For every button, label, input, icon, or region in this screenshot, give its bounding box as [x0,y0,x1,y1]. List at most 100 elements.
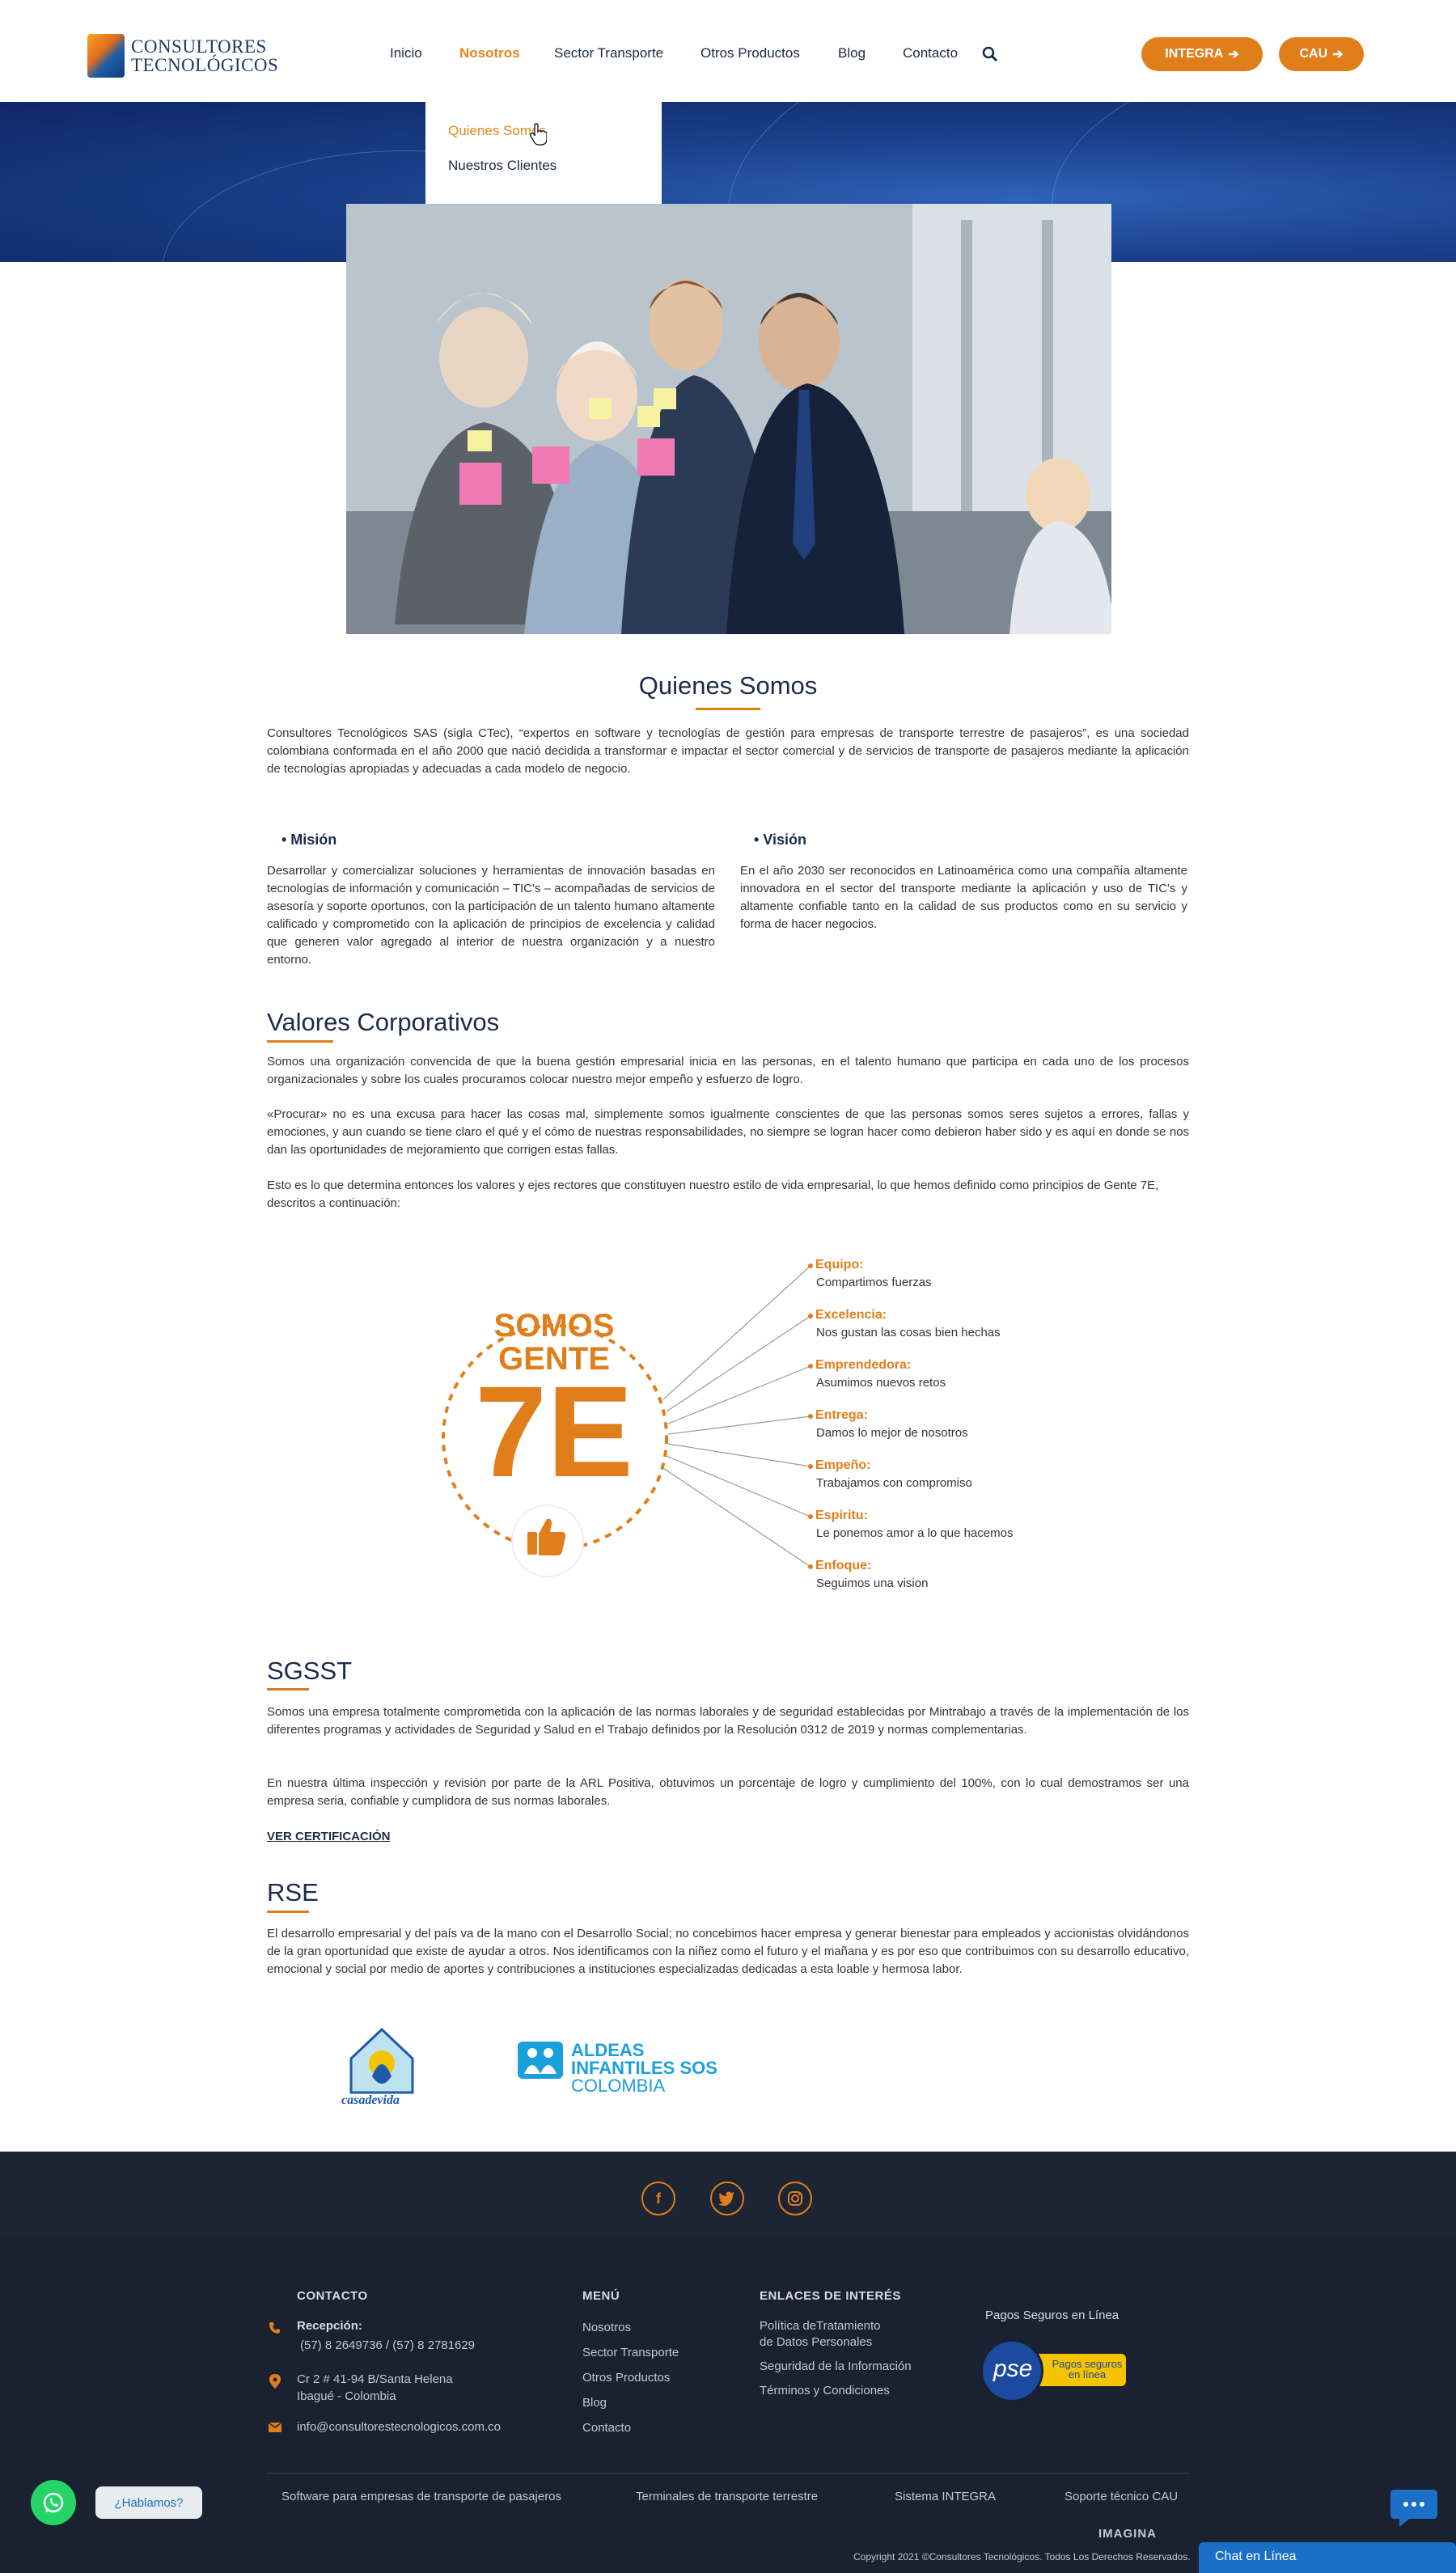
value-desc-equipo: Compartimos fuerzas [816,1276,932,1289]
thumbs-up-icon [527,1518,566,1555]
bottom-link-terminales[interactable]: Terminales de transporte terrestre [636,2490,818,2503]
envelope-icon [269,2423,281,2432]
sgsst-p1: Somos una empresa totalmente comprometid… [267,1705,1189,1737]
footer-menu-contacto[interactable]: Contacto [582,2420,631,2436]
link-terminos[interactable]: Términos y Condiciones [760,2383,890,2399]
nosotros-dropdown: Quienes Somos Nuestros Clientes [425,102,662,204]
7e-label: 7E [475,1359,633,1504]
value-desc-excelencia: Nos gustan las cosas bien hechas [816,1326,1001,1339]
hand-cursor-icon [530,123,547,146]
site-header: CONSULTORES TECNOLÓGICOS Inicio Nosotros… [0,0,1456,102]
title-underline [696,708,760,710]
value-desc-entrega: Damos lo mejor de nosotros [816,1426,968,1440]
bottom-link-integra[interactable]: Sistema INTEGRA [895,2490,996,2503]
aldeas-sos-logo-text[interactable]: ALDEAS INFANTILES SOS COLOMBIA [571,2042,717,2095]
arrow-right-icon: ➔ [1332,48,1344,61]
nav-contacto[interactable]: Contacto [903,45,958,61]
about-title: Quienes Somos [638,671,818,700]
somos-label: SOMOS [493,1308,615,1344]
aldeas-line3: COLOMBIA [571,2076,666,2096]
vision-title: • Visión [754,832,806,848]
value-desc-enfoque: Seguimos una vision [816,1576,929,1590]
address-line2: Ibagué - Colombia [297,2389,396,2403]
map-pin-icon [269,2374,281,2389]
integra-label: INTEGRA [1165,47,1224,61]
valores-p1: Somos una organización convencida de que… [267,1055,1189,1086]
nav-sector-transporte[interactable]: Sector Transporte [554,45,663,61]
value-name-empeno: Empeño: [815,1458,871,1472]
footer-menu-nosotros[interactable]: Nosotros [582,2320,631,2336]
site-footer [0,2237,1456,2573]
recepcion-label: Recepción: [297,2319,362,2333]
whatsapp-icon [43,2492,64,2513]
contact-email[interactable]: info@consultorestecnologicos.com.co [297,2419,501,2435]
value-name-excelencia: Excelencia: [815,1308,887,1322]
whatsapp-label[interactable]: ¿Hablamos? [95,2486,202,2519]
imagina-logo: IMAGINA [1098,2527,1157,2541]
chat-bubble-icon[interactable] [1390,2486,1438,2529]
value-name-emprendedora: Emprendedora: [815,1358,912,1372]
aldeas-line1: ALDEAS [571,2040,645,2060]
cau-button[interactable]: CAU ➔ [1279,37,1364,71]
team-photo [346,204,1111,634]
pse-text: pse [993,2355,1033,2382]
phone-icon [269,2322,280,2334]
value-name-enfoque: Enfoque: [815,1559,872,1572]
title-underline [267,1040,333,1043]
title-underline [267,1911,309,1913]
nav-inicio[interactable]: Inicio [390,45,422,61]
ver-certificacion-link[interactable]: VER CERTIFICACIÓN [267,1830,391,1843]
aldeas-line2: INFANTILES SOS [571,2058,717,2078]
link-seguridad[interactable]: Seguridad de la Información [760,2359,912,2375]
instagram-icon[interactable] [778,2182,812,2215]
pse-badge[interactable]: pse Pagos seguros en línea [980,2339,1131,2402]
valores-p3: Esto es lo que determina entonces los va… [267,1179,1159,1210]
value-name-espiritu: Espíritu: [815,1509,868,1522]
bottom-link-cau[interactable]: Soporte técnico CAU [1064,2490,1178,2503]
facebook-icon[interactable]: f [641,2182,675,2215]
twitter-icon[interactable] [710,2182,744,2215]
value-name-entrega: Entrega: [815,1408,868,1422]
footer-menu-sector-transporte[interactable]: Sector Transporte [582,2345,679,2361]
value-desc-espiritu: Le ponemos amor a lo que hacemos [816,1526,1014,1540]
dropdown-item-nuestros-clientes[interactable]: Nuestros Clientes [425,158,662,193]
phone-numbers[interactable]: (57) 8 2649736 / (57) 8 2781629 [300,2338,475,2354]
whatsapp-button[interactable] [31,2480,76,2525]
sgsst-title: SGSST [267,1657,353,1685]
company-logo[interactable]: CONSULTORES TECNOLÓGICOS [87,34,278,78]
arrow-right-icon: ➔ [1228,48,1239,61]
value-desc-empeno: Trabajamos con compromiso [816,1476,972,1490]
copyright: Copyright 2021 ©Consultores Tecnológicos… [853,2551,1191,2562]
pse-label: Pagos seguros en línea [1050,2359,1124,2380]
footer-menu-blog[interactable]: Blog [582,2395,607,2411]
address-line1: Cr 2 # 41-94 B/Santa Helena [297,2372,453,2386]
chat-en-linea-tab[interactable]: Chat en Línea [1199,2542,1456,2573]
pay-heading: Pagos Seguros en Línea [985,2309,1120,2322]
valores-p2: «Procurar» no es una excusa para hacer l… [267,1107,1189,1157]
pse-label-line2: en línea [1068,2368,1107,2380]
rse-title: RSE [267,1878,319,1906]
link-politica-1[interactable]: Política deTratamiento [760,2318,881,2334]
search-icon[interactable] [982,46,998,62]
value-desc-emprendedora: Asumimos nuevos retos [816,1376,946,1390]
sgsst-p2: En nuestra última inspección y revisión … [267,1776,1189,1808]
link-politica-2[interactable]: de Datos Personales [760,2334,872,2351]
footer-divider [267,2473,1189,2474]
mision-text: Desarrollar y comercializar soluciones y… [267,864,715,967]
logo-mark-icon [87,34,125,78]
value-name-equipo: Equipo: [815,1258,864,1272]
integra-button[interactable]: INTEGRA ➔ [1141,37,1263,71]
team-photo-illustration [346,204,1111,634]
bottom-link-software[interactable]: Software para empresas de transporte de … [281,2490,561,2503]
cau-label: CAU [1299,47,1328,61]
logo-line2: TECNOLÓGICOS [131,55,279,75]
links-heading: ENLACES DE INTERÉS [760,2289,901,2303]
nav-nosotros[interactable]: Nosotros [459,45,520,61]
menu-heading: MENÚ [582,2289,620,2303]
nav-otros-productos[interactable]: Otros Productos [700,45,800,61]
vision-text: En el año 2030 ser reconocidos en Latino… [740,864,1187,931]
rse-p1: El desarrollo empresarial y del país va … [267,1927,1189,1976]
title-underline [267,1688,309,1691]
nav-blog[interactable]: Blog [838,45,866,61]
footer-menu-otros-productos[interactable]: Otros Productos [582,2370,670,2386]
